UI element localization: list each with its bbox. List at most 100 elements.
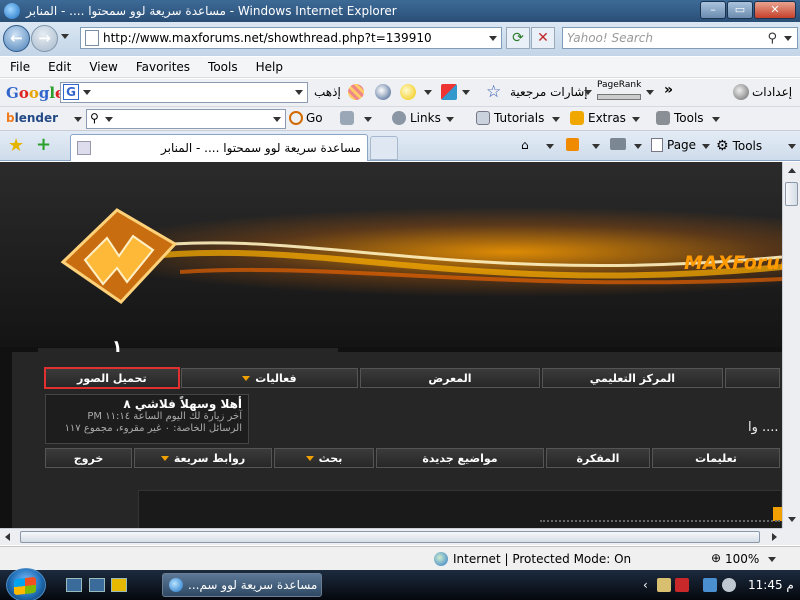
extras-dropdown[interactable] (632, 117, 640, 122)
google-logo[interactable]: Google (6, 84, 65, 102)
vertical-scrollbar[interactable] (782, 162, 800, 528)
taskbar-ie-window[interactable]: مساعدة سريعة لوو سم... (162, 573, 322, 597)
volume-icon[interactable] (722, 578, 736, 592)
pagerank-dropdown[interactable] (646, 90, 654, 95)
show-hidden-icons-arrow[interactable]: ‹ (643, 578, 648, 592)
settings-button[interactable]: إعدادات (752, 85, 792, 99)
menu-file[interactable]: File (0, 60, 38, 74)
nav-logout[interactable]: خروج (45, 448, 132, 468)
media-player-icon[interactable] (111, 578, 127, 592)
scroll-right-arrow[interactable] (772, 533, 777, 541)
horizontal-scroll-thumb[interactable] (20, 531, 760, 543)
search-icon[interactable]: ⚲ (767, 31, 777, 46)
page-menu-dropdown[interactable] (702, 144, 710, 149)
tools-dropdown[interactable] (712, 117, 720, 122)
menu-favorites[interactable]: Favorites (126, 60, 198, 74)
tools-menu-button[interactable]: ⚙ Tools (716, 138, 762, 154)
toolbar-search-dropdown[interactable] (105, 117, 113, 122)
links-button[interactable]: Links (392, 111, 441, 125)
tools-menu-dropdown[interactable] (788, 144, 796, 149)
tutorials-button[interactable]: Tutorials (476, 111, 544, 125)
tray-app-icon[interactable] (657, 578, 671, 592)
feeds-dropdown[interactable] (592, 144, 600, 149)
private-messages-link[interactable]: الرسائل الخاصة: ٠ غير مقروء، مجموع ١١٧ (52, 423, 242, 435)
refresh-button[interactable]: ⟳ (506, 27, 530, 49)
more-tools-chevron[interactable]: » (664, 82, 673, 98)
toolbar-history-dropdown[interactable] (273, 117, 281, 122)
maximize-button[interactable]: ▭ (727, 1, 753, 19)
zoom-icon[interactable]: ⊕ (711, 551, 721, 565)
new-tab-button[interactable] (370, 136, 398, 160)
home-icon[interactable]: ⌂ (521, 138, 529, 152)
menu-tools[interactable]: Tools (198, 60, 246, 74)
nav-learning-center[interactable]: المركز التعليمي (541, 368, 724, 388)
close-button[interactable]: ✕ (754, 1, 796, 19)
popup-blocker-icon[interactable] (441, 84, 457, 100)
search-provider-dropdown[interactable] (784, 36, 792, 41)
address-dropdown-icon[interactable] (489, 36, 497, 41)
zoom-level[interactable]: 100% (725, 552, 759, 566)
highlight-dropdown[interactable] (424, 90, 432, 95)
google-g-icon[interactable]: G (63, 84, 79, 100)
maxforums-m-logo[interactable] (55, 202, 180, 312)
bookmarks-dropdown[interactable] (584, 90, 592, 95)
nav-calendar[interactable]: المفكرة (546, 448, 650, 468)
menu-help[interactable]: Help (246, 60, 291, 74)
nav-upload-images[interactable]: تحميل الصور (44, 367, 180, 389)
menu-edit[interactable]: Edit (38, 60, 79, 74)
system-clock[interactable]: 11:45 م (748, 578, 794, 592)
google-history-dropdown[interactable] (295, 90, 303, 95)
antivirus-icon[interactable] (675, 578, 689, 592)
highlight-icon[interactable] (400, 84, 416, 100)
extras-button[interactable]: Extras (570, 111, 626, 125)
stop-button[interactable]: ✕ (531, 27, 555, 49)
scroll-down-arrow[interactable] (788, 517, 796, 522)
address-url[interactable]: http://www.maxforums.net/showthread.php?… (103, 31, 432, 45)
scroll-up-arrow[interactable] (788, 168, 796, 173)
window-title-bar[interactable]: مساعدة سريعة لوو سمحتوا .... - المنابر -… (0, 0, 800, 22)
welcome-greeting[interactable]: أهلا وسهلاً فلاشي ٨ (52, 397, 242, 411)
address-input[interactable]: http://www.maxforums.net/showthread.php?… (80, 27, 502, 49)
popup-dropdown[interactable] (462, 90, 470, 95)
favorites-star-icon[interactable]: ★ (8, 135, 24, 156)
pagerank-bar[interactable] (597, 94, 641, 100)
toolbar-search-input[interactable]: ⚲ (86, 109, 286, 129)
links-dropdown[interactable] (446, 117, 454, 122)
network-icon[interactable] (703, 578, 717, 592)
tools-button[interactable]: Tools (656, 111, 704, 125)
tab-active[interactable]: مساعدة سريعة لوو سمحتوا .... - المنابر (70, 134, 368, 161)
back-button[interactable]: ← (3, 25, 30, 52)
minimize-button[interactable]: – (700, 1, 726, 19)
feeds-icon[interactable] (566, 138, 579, 151)
site-brand[interactable]: MAXForums (684, 252, 782, 274)
bookmark-star-icon[interactable]: ☆ (486, 82, 501, 102)
security-zone-text[interactable]: Internet | Protected Mode: On (453, 552, 631, 566)
settings-icon[interactable] (733, 84, 749, 100)
zoom-dropdown[interactable] (768, 557, 776, 562)
pen-icon[interactable] (340, 111, 354, 125)
nav-search[interactable]: بحث (274, 448, 374, 468)
home-dropdown[interactable] (546, 144, 554, 149)
recent-pages-dropdown[interactable] (61, 34, 69, 39)
page-menu-button[interactable]: Page (651, 138, 696, 152)
scroll-left-arrow[interactable] (5, 533, 10, 541)
google-options-dropdown[interactable] (83, 90, 91, 95)
blender-dropdown[interactable] (74, 117, 82, 122)
menu-view[interactable]: View (79, 60, 125, 74)
globe-icon[interactable] (375, 84, 391, 100)
nav-quick-links[interactable]: روابط سريعة (134, 448, 272, 468)
print-dropdown[interactable] (634, 144, 642, 149)
vertical-scroll-thumb[interactable] (785, 182, 798, 206)
nav-help[interactable]: تعليمات (652, 448, 780, 468)
nav-new-posts[interactable]: مواضيع جديدة (376, 448, 544, 468)
nav-more[interactable] (725, 368, 781, 388)
bookmarks-button[interactable]: إشارات مرجعية (510, 85, 588, 99)
google-search-input[interactable]: G (60, 82, 308, 103)
nav-gallery[interactable]: المعرض (360, 368, 540, 388)
nav-events[interactable]: فعاليات (180, 368, 359, 388)
horizontal-scrollbar[interactable] (0, 528, 782, 545)
search-input[interactable]: Yahoo! Search ⚲ (562, 27, 798, 49)
add-favorite-icon[interactable]: + (36, 134, 51, 155)
show-desktop-icon[interactable] (66, 578, 82, 592)
switch-windows-icon[interactable] (89, 578, 105, 592)
